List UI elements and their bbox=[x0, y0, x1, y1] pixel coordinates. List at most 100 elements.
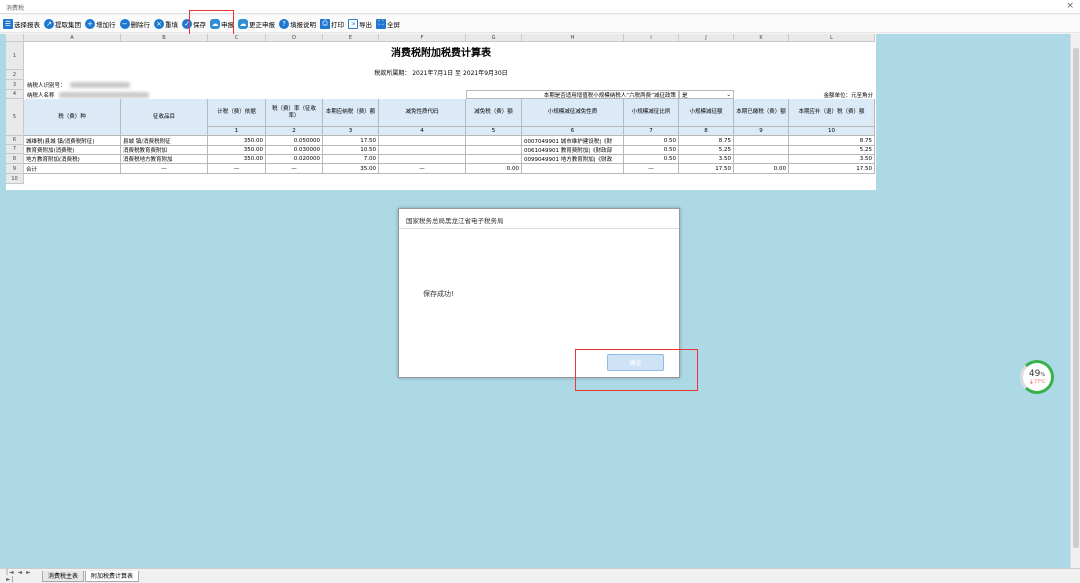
table-header-num-5: 3 bbox=[323, 127, 379, 136]
table-cell-r4-c8[interactable] bbox=[522, 164, 624, 174]
clear-icon: × bbox=[154, 18, 164, 29]
table-header-11: 本期已缴税（费）额 bbox=[734, 99, 789, 127]
taxpayer-name-label: 纳税人名称 bbox=[25, 90, 225, 99]
table-cell-r4-c5[interactable]: 35.00 bbox=[323, 164, 379, 174]
sheet-nav-arrows[interactable]: |◄ ◄ ► ►| bbox=[0, 569, 42, 583]
table-cell-r4-c12[interactable]: 17.50 bbox=[789, 164, 875, 174]
table-cell-r4-c10[interactable]: 17.50 bbox=[679, 164, 734, 174]
toolbar-button-list[interactable]: ☰ 选择报表 bbox=[3, 17, 40, 31]
table-cell-r4-c6[interactable]: — bbox=[379, 164, 466, 174]
table-header-7: 减免税（费）额 bbox=[466, 99, 522, 127]
toolbar-label: 选择报表 bbox=[14, 20, 40, 29]
row-header-5[interactable]: 5 bbox=[6, 99, 24, 136]
column-header-F[interactable]: F bbox=[379, 34, 466, 42]
tax-period: 税款所属期： 2021年7月1日 至 2021年9月30日 bbox=[374, 70, 508, 77]
help-icon: ? bbox=[279, 18, 289, 29]
column-header-L[interactable]: L bbox=[789, 34, 875, 42]
column-header-C[interactable]: C bbox=[208, 34, 266, 42]
row-header-2[interactable]: 2 bbox=[6, 70, 24, 80]
table-header-num-11: 9 bbox=[734, 127, 789, 136]
table-header-4: 税（费）率（征收率） bbox=[266, 99, 323, 127]
table-cell-r4-c1[interactable]: 合计 bbox=[24, 164, 121, 174]
toolbar-button-share[interactable]: ↗ 提取集团 bbox=[44, 17, 81, 31]
policy-select[interactable]: 是 ⌄ bbox=[679, 90, 734, 99]
table-cell-r3-c11[interactable] bbox=[734, 154, 789, 164]
table-header-12: 本期应补（退）税（费）额 bbox=[789, 99, 875, 127]
row-header-9[interactable]: 9 bbox=[6, 164, 24, 174]
vertical-scrollbar[interactable] bbox=[1070, 34, 1080, 568]
table-header-2: 征收品目 bbox=[121, 99, 208, 136]
table-cell-r4-c2[interactable]: — bbox=[121, 164, 208, 174]
scroll-thumb[interactable] bbox=[1073, 48, 1079, 548]
list-icon: ☰ bbox=[3, 18, 13, 29]
system-monitor-widget[interactable]: 49% 🌡77°C bbox=[1020, 360, 1054, 394]
row-header-3[interactable]: 3 bbox=[6, 80, 24, 90]
table-cell-r3-c8[interactable]: 0099049901 地方教育附加|《财政 bbox=[522, 154, 624, 164]
close-icon[interactable]: × bbox=[1066, 1, 1074, 11]
toolbar-button-help[interactable]: ? 填报说明 bbox=[279, 17, 316, 31]
toolbar-button-add-row[interactable]: + 增加行 bbox=[85, 17, 116, 31]
row-header-4[interactable]: 4 bbox=[6, 90, 24, 99]
column-header-E[interactable]: E bbox=[323, 34, 379, 42]
sheet-tab-surcharge[interactable]: 附加税费计算表 bbox=[85, 570, 140, 582]
table-cell-r3-c5[interactable]: 7.00 bbox=[323, 154, 379, 164]
policy-question: 本期是否适用增值税小规模纳税人“六税两费”减征政策 bbox=[466, 90, 679, 99]
table-header-num-9: 7 bbox=[624, 127, 679, 136]
column-header-J[interactable]: J bbox=[679, 34, 734, 42]
toolbar-label: 提取集团 bbox=[55, 20, 81, 29]
sheet-tab-bar: |◄ ◄ ► ►| 消费税主表 附加税费计算表 bbox=[0, 568, 1080, 583]
dialog-message: 保存成功! bbox=[423, 290, 454, 298]
table-cell-r3-c3[interactable]: 350.00 bbox=[208, 154, 266, 164]
table-cell-r3-c9[interactable]: 0.50 bbox=[624, 154, 679, 164]
redacted-taxpayer-id bbox=[69, 82, 130, 88]
table-cell-r3-c7[interactable] bbox=[466, 154, 522, 164]
table-cell-r4-c11[interactable]: 0.00 bbox=[734, 164, 789, 174]
fullscreen-icon: ⛶ bbox=[376, 18, 386, 29]
sheet-corner[interactable] bbox=[6, 34, 24, 42]
toolbar-button-clear[interactable]: × 重填 bbox=[154, 17, 178, 31]
row-header-6[interactable]: 6 bbox=[6, 136, 24, 145]
row-header-8[interactable]: 8 bbox=[6, 154, 24, 164]
toolbar-button-export[interactable]: ⇲ 导出 bbox=[348, 17, 372, 31]
column-header-G[interactable]: G bbox=[466, 34, 522, 42]
table-header-9: 小规模减征比例 bbox=[624, 99, 679, 127]
toolbar-label: 导出 bbox=[359, 20, 372, 29]
table-cell-r3-c6[interactable] bbox=[379, 154, 466, 164]
column-header-A[interactable]: A bbox=[24, 34, 121, 42]
table-header-5: 本期应纳税（费）额 bbox=[323, 99, 379, 127]
table-cell-r4-c7[interactable]: 0.00 bbox=[466, 164, 522, 174]
row-header-1[interactable]: 1 bbox=[6, 42, 24, 70]
unit-label: 金额单位：元至角分 bbox=[823, 92, 873, 99]
sheet-tab-main[interactable]: 消费税主表 bbox=[42, 570, 85, 582]
row-header-10[interactable]: 10 bbox=[6, 174, 24, 184]
percent-unit: % bbox=[1040, 371, 1046, 378]
table-header-num-6: 4 bbox=[379, 127, 466, 136]
toolbar-label: 增加行 bbox=[96, 20, 116, 29]
column-header-B[interactable]: B bbox=[121, 34, 208, 42]
table-cell-r3-c12[interactable]: 3.50 bbox=[789, 154, 875, 164]
table-cell-r3-c10[interactable]: 3.50 bbox=[679, 154, 734, 164]
column-header-D[interactable]: D bbox=[266, 34, 323, 42]
window-titlebar: 消费税 × bbox=[0, 0, 1080, 14]
table-cell-r4-c4[interactable]: — bbox=[266, 164, 323, 174]
column-header-H[interactable]: H bbox=[522, 34, 624, 42]
table-cell-r3-c2[interactable]: 消费税地方教育附加 bbox=[121, 154, 208, 164]
table-header-num-3: 1 bbox=[208, 127, 266, 136]
temperature: 🌡77°C bbox=[1028, 379, 1046, 385]
dropdown-chevron-icon[interactable]: ⌄ bbox=[726, 92, 731, 98]
column-header-K[interactable]: K bbox=[734, 34, 789, 42]
toolbar-button-delete-row[interactable]: − 删除行 bbox=[119, 17, 150, 31]
table-cell-r4-c3[interactable]: — bbox=[208, 164, 266, 174]
cloud-correct-icon: ☁ bbox=[238, 18, 248, 29]
printer-icon: ⎙ bbox=[320, 18, 330, 29]
column-header-I[interactable]: I bbox=[624, 34, 679, 42]
table-cell-r4-c9[interactable]: — bbox=[624, 164, 679, 174]
row-header-7[interactable]: 7 bbox=[6, 145, 24, 154]
table-cell-r3-c4[interactable]: 0.020000 bbox=[266, 154, 323, 164]
toolbar-button-fullscreen[interactable]: ⛶ 全屏 bbox=[376, 17, 400, 31]
toolbar-button-printer[interactable]: ⎙ 打印 bbox=[320, 17, 344, 31]
table-cell-r3-c1[interactable]: 地方教育附加(消费税) bbox=[24, 154, 121, 164]
cpu-percent: 49 bbox=[1028, 368, 1041, 379]
table-header-8: 小规模减征减免性质 bbox=[522, 99, 624, 127]
toolbar-button-cloud-correct[interactable]: ☁ 更正申报 bbox=[238, 17, 275, 31]
